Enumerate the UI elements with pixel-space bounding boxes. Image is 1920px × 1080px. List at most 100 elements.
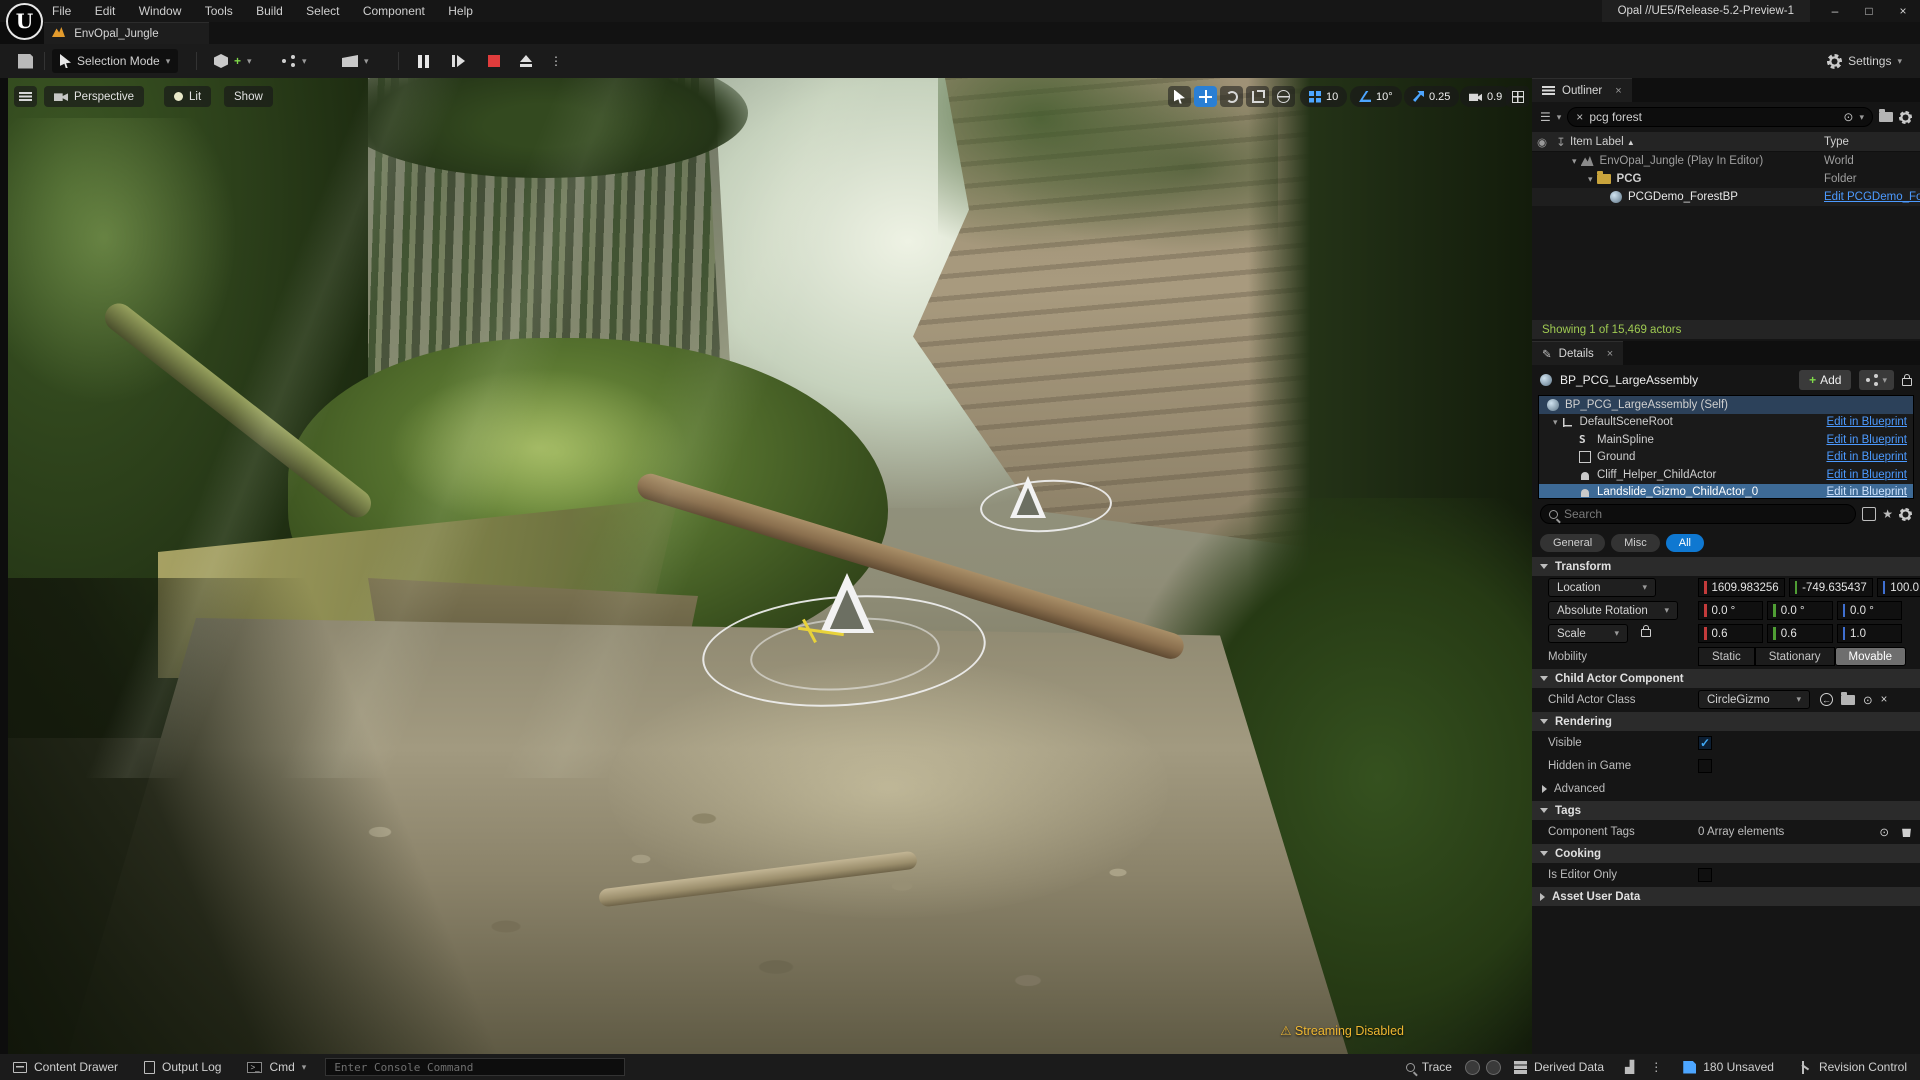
component-row-landslide-gizmo[interactable]: Landslide_Gizmo_ChildActor_0 Edit in Blu… [1539,484,1913,500]
cinematics-dropdown[interactable]: ▾ [334,49,377,73]
tab-general[interactable]: General [1540,534,1605,552]
mobility-movable-button[interactable]: Movable [1835,647,1906,666]
window-minimize-button[interactable]: – [1818,0,1852,22]
trace-button[interactable]: Trace [1393,1054,1465,1080]
derived-data-button[interactable]: Derived Data [1501,1054,1617,1080]
panel-options-icon[interactable] [1862,507,1876,521]
outliner-search-input[interactable]: × pcg forest ⊙ ▾ [1567,107,1873,127]
tab-level-envopal-jungle[interactable]: EnvOpal_Jungle [44,22,209,44]
pause-button[interactable] [410,49,437,73]
component-row-scene-root[interactable]: ▾ DefaultSceneRoot Edit in Blueprint [1539,414,1913,432]
expand-icon[interactable]: ▾ [1553,417,1558,428]
eye-column-icon[interactable]: ◉ [1532,135,1552,149]
component-row-self[interactable]: BP_PCG_LargeAssembly (Self) [1539,396,1913,414]
details-search-input[interactable]: Search [1540,504,1856,524]
outliner-row-folder[interactable]: ▾ PCG Folder [1532,170,1920,188]
chevron-down-icon[interactable]: ▾ [1557,112,1562,123]
pin-column-icon[interactable]: ↧ [1552,135,1570,149]
convert-blueprint-dropdown[interactable]: ▾ [1859,370,1894,390]
edit-in-blueprint-link[interactable]: Edit in Blueprint [1826,451,1907,463]
world-space-toggle[interactable] [1272,86,1295,107]
cmd-dropdown[interactable]: >_ Cmd ▾ [234,1054,319,1080]
grid-snap-control[interactable]: 10 [1300,86,1347,107]
scale-z-field[interactable]: 1.0 [1837,624,1902,643]
filter-icon[interactable]: ☰ [1540,110,1551,124]
eject-button[interactable] [512,49,540,73]
menu-tools[interactable]: Tools [195,0,243,22]
scale-tool-button[interactable] [1246,86,1269,107]
save-button[interactable] [10,49,41,73]
snapshot-icon[interactable] [1486,1060,1501,1075]
move-tool-button[interactable] [1194,86,1217,107]
scale-lock-icon[interactable] [1641,629,1651,637]
play-options-button[interactable]: ⋮ [542,49,570,73]
editor-mode-dropdown[interactable]: Selection Mode ▾ [52,49,178,73]
edit-in-blueprint-link[interactable]: Edit in Blueprint [1826,469,1907,481]
content-drawer-button[interactable]: Content Drawer [0,1054,131,1080]
location-x-field[interactable]: 1609.983256 [1698,578,1785,597]
close-icon[interactable]: × [1607,348,1613,360]
visible-checkbox[interactable]: ✓ [1698,736,1712,750]
rotation-x-field[interactable]: 0.0 ° [1698,601,1763,620]
viewport-options-button[interactable] [14,86,37,107]
outliner-settings-gear-icon[interactable] [1899,111,1912,124]
rotation-dropdown[interactable]: Absolute Rotation▾ [1548,601,1678,620]
menu-build[interactable]: Build [246,0,293,22]
edit-in-blueprint-link[interactable]: Edit in Blueprint [1826,434,1907,446]
browse-icon[interactable] [1841,695,1855,705]
close-icon[interactable]: × [1615,85,1621,97]
trash-icon[interactable] [1901,826,1912,837]
mobility-static-button[interactable]: Static [1698,647,1755,666]
show-dropdown[interactable]: Show [224,86,273,107]
scale-dropdown[interactable]: Scale▾ [1548,624,1628,643]
output-log-button[interactable]: Output Log [131,1054,234,1080]
rotate-tool-button[interactable] [1220,86,1243,107]
scale-snap-control[interactable]: 0.25 [1404,86,1459,107]
section-tags[interactable]: Tags [1532,800,1920,820]
scale-y-field[interactable]: 0.6 [1767,624,1832,643]
section-transform[interactable]: Transform [1532,556,1920,576]
scale-x-field[interactable]: 0.6 [1698,624,1763,643]
add-component-button[interactable]: + Add [1799,370,1851,390]
expand-icon[interactable]: ▾ [1588,174,1593,185]
row-advanced[interactable]: Advanced [1532,777,1920,800]
camera-speed-control[interactable]: 0.9 [1460,86,1511,107]
rotation-y-field[interactable]: 0.0 ° [1767,601,1832,620]
chevron-down-icon[interactable]: ▾ [1859,112,1864,123]
revision-control-button[interactable]: Revision Control [1787,1054,1920,1080]
component-row-ground[interactable]: Ground Edit in Blueprint [1539,449,1913,467]
component-row-cliff-helper[interactable]: Cliff_Helper_ChildActor Edit in Blueprin… [1539,466,1913,484]
location-y-field[interactable]: -749.635437 [1789,578,1873,597]
mobility-stationary-button[interactable]: Stationary [1755,647,1835,666]
unsaved-button[interactable]: 180 Unsaved [1670,1054,1787,1080]
section-rendering[interactable]: Rendering [1532,711,1920,731]
frame-skip-button[interactable] [444,49,473,73]
child-actor-class-dropdown[interactable]: CircleGizmo ▾ [1698,690,1810,709]
select-tool-button[interactable] [1168,86,1191,107]
rotation-z-field[interactable]: 0.0 ° [1837,601,1902,620]
add-actor-dropdown[interactable]: + ▾ [206,49,260,73]
edit-in-blueprint-link[interactable]: Edit in Blueprint [1826,416,1907,428]
edit-in-blueprint-link[interactable]: Edit in Blueprint [1826,486,1907,498]
unreal-logo-icon[interactable]: U [6,3,43,40]
tab-all[interactable]: All [1666,534,1704,552]
menu-help[interactable]: Help [438,0,483,22]
settings-dropdown[interactable]: Settings ▾ [1819,49,1910,73]
section-child-actor-component[interactable]: Child Actor Component [1532,668,1920,688]
is-editor-only-checkbox[interactable] [1698,868,1712,882]
level-viewport[interactable]: Perspective Lit Show 10 10° 0.25 0.9 ⚠ S… [8,78,1532,1054]
menu-component[interactable]: Component [353,0,435,22]
clear-icon[interactable]: × [1881,694,1888,706]
hidden-in-game-checkbox[interactable] [1698,759,1712,773]
menu-file[interactable]: File [42,0,81,22]
maximize-viewport-button[interactable] [1506,86,1529,107]
lock-icon[interactable] [1902,378,1912,386]
column-item-label[interactable]: Item Label ▲ [1570,136,1824,148]
details-settings-gear-icon[interactable] [1899,508,1912,521]
window-close-button[interactable]: × [1886,0,1920,22]
add-element-icon[interactable]: ⊙ [1879,825,1889,839]
clear-search-icon[interactable]: × [1576,110,1583,124]
menu-select[interactable]: Select [296,0,349,22]
location-dropdown[interactable]: Location▾ [1548,578,1656,597]
location-z-field[interactable]: 100.0 [1877,578,1920,597]
